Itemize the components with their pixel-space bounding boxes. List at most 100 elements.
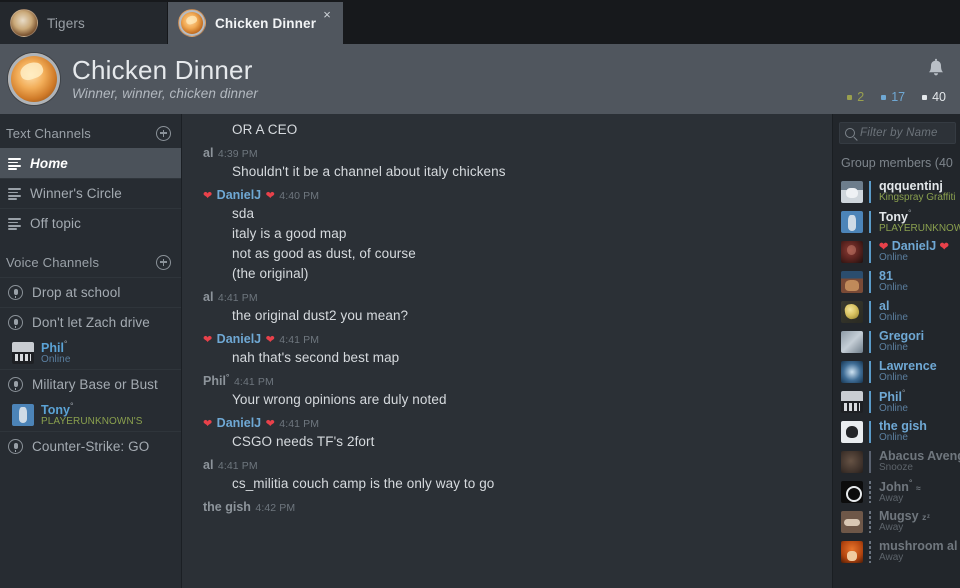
member-status: Online bbox=[41, 353, 71, 365]
author-name[interactable]: the gish bbox=[203, 500, 251, 514]
filter-by-name-field[interactable]: Filter by Name bbox=[839, 122, 956, 144]
member-text: mushroom al Away bbox=[879, 540, 958, 564]
sidebar-item-drop-at-school[interactable]: Drop at school bbox=[0, 277, 181, 307]
close-icon[interactable]: × bbox=[320, 8, 334, 22]
author-name[interactable]: DanielJ bbox=[217, 188, 261, 202]
tab-chicken-dinner[interactable]: Chicken Dinner × bbox=[168, 2, 343, 44]
avatar bbox=[12, 403, 34, 426]
author-name[interactable]: al bbox=[203, 290, 213, 304]
sidebar-item-counter-strike-go[interactable]: Counter-Strike: GO bbox=[0, 431, 181, 461]
member-status: Kingspray Graffiti bbox=[879, 192, 956, 204]
counter-online[interactable]: 17 bbox=[881, 90, 905, 104]
notification-bell-icon[interactable] bbox=[926, 58, 946, 80]
member-row[interactable]: John° ≈ Away bbox=[839, 477, 960, 507]
message-row: al 4:41 PM the original dust2 you mean? bbox=[182, 286, 832, 328]
plus-circle-icon[interactable] bbox=[156, 254, 171, 270]
member-name: the gish bbox=[879, 419, 927, 433]
member-row[interactable]: Abacus Aveng Snooze bbox=[839, 447, 960, 477]
member-status: Online bbox=[879, 282, 908, 294]
member-row[interactable]: al Online bbox=[839, 297, 960, 327]
channel-sidebar: Text Channels Home Winner's Circle Off t… bbox=[0, 114, 182, 588]
status-dot-ingame bbox=[847, 94, 853, 100]
member-name: Tony° bbox=[879, 208, 912, 224]
star-icon: ° bbox=[225, 372, 230, 382]
avatar bbox=[841, 361, 863, 383]
message-list[interactable]: OR A CEO al 4:39 PM Shouldn't it be a ch… bbox=[182, 114, 832, 588]
member-status: Snooze bbox=[879, 462, 913, 474]
heart-icon: ❤ bbox=[203, 418, 213, 431]
timestamp: 4:41 PM bbox=[233, 376, 274, 389]
member-row[interactable]: qqquentinj Kingspray Graffiti bbox=[839, 177, 960, 207]
voice-member-phil[interactable]: Phil° Online bbox=[0, 337, 181, 369]
channel-label: Military Base or Bust bbox=[32, 377, 158, 392]
avatar bbox=[841, 421, 863, 443]
counter-value: 40 bbox=[932, 90, 946, 104]
status-bar bbox=[869, 511, 871, 533]
avatar bbox=[841, 511, 863, 533]
tigers-avatar-icon bbox=[10, 9, 38, 37]
voice-channels-section-header: Voice Channels bbox=[0, 247, 181, 277]
timestamp: 4:39 PM bbox=[217, 148, 258, 160]
plus-circle-icon[interactable] bbox=[156, 125, 171, 141]
timestamp: 4:42 PM bbox=[255, 502, 296, 515]
member-row[interactable]: ❤ DanielJ ❤ Online bbox=[839, 237, 960, 267]
sidebar-item-military-base-or-bust[interactable]: Military Base or Bust bbox=[0, 369, 181, 399]
member-name: Tony° bbox=[41, 401, 74, 417]
avatar bbox=[841, 541, 863, 563]
member-row[interactable]: Lawrence Online bbox=[839, 357, 960, 387]
member-status: PLAYERUNKNOWN'S bbox=[41, 415, 143, 427]
member-text: Phil° Online bbox=[879, 389, 908, 415]
avatar bbox=[841, 241, 863, 263]
member-name: John° ≈ bbox=[879, 478, 922, 494]
member-row[interactable]: Mugsy zᶻ Away bbox=[839, 507, 960, 537]
author-name[interactable]: DanielJ bbox=[217, 416, 261, 430]
member-row[interactable]: 81 Online bbox=[839, 267, 960, 297]
tab-tigers[interactable]: Tigers bbox=[0, 2, 168, 44]
author-name[interactable]: al bbox=[203, 146, 213, 160]
microphone-icon bbox=[8, 439, 23, 454]
status-bar bbox=[869, 421, 871, 443]
sidebar-item-off-topic[interactable]: Off topic bbox=[0, 208, 181, 238]
message-line: (the original) bbox=[232, 266, 309, 281]
author-name[interactable]: DanielJ bbox=[217, 332, 261, 346]
members-panel: Filter by Name Group members (40 qqquent… bbox=[832, 114, 960, 588]
star-icon: ° bbox=[908, 478, 913, 488]
away-icon: zᶻ bbox=[922, 511, 931, 522]
group-header-text: Chicken Dinner Winner, winner, chicken d… bbox=[72, 55, 258, 103]
member-row[interactable]: Tony° PLAYERUNKNOWN bbox=[839, 207, 960, 237]
member-row[interactable]: mushroom al Away bbox=[839, 537, 960, 567]
sidebar-item-dont-let-zach-drive[interactable]: Don't let Zach drive bbox=[0, 307, 181, 337]
message-row: ❤ DanielJ ❤ 4:41 PM nah that's second be… bbox=[182, 328, 832, 370]
section-title: Text Channels bbox=[6, 125, 91, 141]
member-row[interactable]: Gregori Online bbox=[839, 327, 960, 357]
message-line: cs_militia couch camp is the only way to… bbox=[232, 476, 495, 492]
avatar bbox=[841, 301, 863, 323]
counter-total[interactable]: 40 bbox=[922, 90, 946, 104]
sidebar-item-home[interactable]: Home bbox=[0, 148, 181, 178]
counter-value: 17 bbox=[891, 90, 906, 104]
status-bar bbox=[869, 361, 871, 383]
sidebar-item-winners-circle[interactable]: Winner's Circle bbox=[0, 178, 181, 208]
status-bar bbox=[869, 301, 871, 323]
voice-member-tony[interactable]: Tony° PLAYERUNKNOWN'S bbox=[0, 399, 181, 431]
member-text: Gregori Online bbox=[879, 330, 924, 354]
channel-label: Home bbox=[30, 156, 68, 171]
status-bar bbox=[869, 181, 871, 203]
member-row[interactable]: Phil° Online bbox=[839, 387, 960, 417]
counter-ingame[interactable]: 2 bbox=[847, 90, 864, 104]
author-name[interactable]: al bbox=[203, 458, 213, 472]
chicken-avatar-icon bbox=[178, 9, 206, 37]
message-line: nah that's second best map bbox=[232, 350, 400, 365]
heart-icon: ❤ bbox=[265, 334, 275, 346]
steam-chat-window: Tigers Chicken Dinner × Chicken Dinner W… bbox=[0, 0, 960, 588]
member-status: Away bbox=[879, 552, 904, 564]
author-name[interactable]: Phil° bbox=[203, 372, 230, 388]
message-line: the original dust2 you mean? bbox=[232, 308, 409, 323]
member-name: qqquentinj bbox=[879, 179, 943, 193]
member-text: Abacus Aveng Snooze bbox=[879, 450, 960, 474]
member-row[interactable]: the gish Online bbox=[839, 417, 960, 447]
status-bar bbox=[869, 451, 871, 473]
message-header: the gish 4:42 PM bbox=[196, 498, 820, 516]
main-body: Text Channels Home Winner's Circle Off t… bbox=[0, 114, 960, 588]
member-name: al bbox=[879, 299, 890, 313]
